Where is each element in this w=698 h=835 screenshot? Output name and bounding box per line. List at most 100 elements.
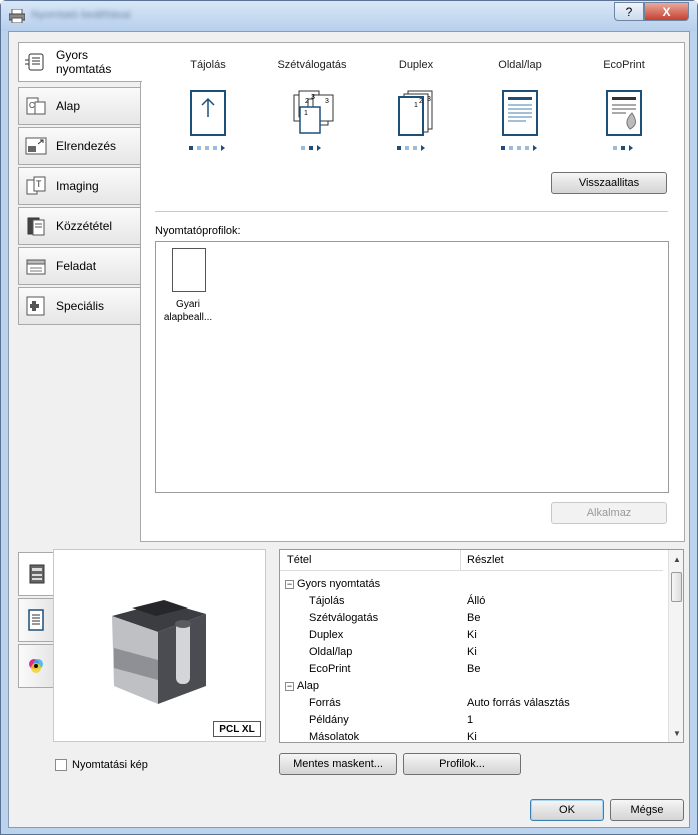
orientation-icon[interactable] bbox=[176, 89, 240, 139]
svg-text:1: 1 bbox=[414, 102, 418, 109]
table-row[interactable]: Másolatok Ki bbox=[280, 729, 663, 743]
row-item: Példány bbox=[309, 714, 349, 726]
table-row[interactable]: Forrás Auto forrás választás bbox=[280, 695, 663, 712]
tab-quick-print[interactable]: Gyors nyomtatás bbox=[18, 42, 142, 82]
quick-print-panel: Tájolás Szétválogatás Duplex Oldal/lap E… bbox=[140, 42, 685, 542]
tab-label: Feladat bbox=[56, 259, 97, 273]
table-row[interactable]: Oldal/lap Ki bbox=[280, 644, 663, 661]
save-as-button[interactable]: Mentes maskent... bbox=[279, 753, 397, 775]
tab-imaging[interactable]: T Imaging bbox=[18, 167, 140, 205]
table-row[interactable]: Tájolás Álló bbox=[280, 593, 663, 610]
row-item: Forrás bbox=[309, 697, 341, 709]
row-detail: Ki bbox=[467, 731, 477, 743]
cancel-button[interactable]: Mégse bbox=[610, 799, 684, 821]
profile-item[interactable]: Gyari alapbeall... bbox=[156, 242, 220, 332]
table-row[interactable]: Példány 1 bbox=[280, 712, 663, 729]
tab-advanced[interactable]: Speciális bbox=[18, 287, 140, 325]
settings-summary-grid: Tétel Részlet − Gyors nyomtatás Tájolás Á… bbox=[279, 549, 684, 743]
apply-button[interactable]: Alkalmaz bbox=[551, 502, 667, 524]
table-row[interactable]: Szétválogatás Be bbox=[280, 610, 663, 627]
row-item: Tájolás bbox=[309, 595, 345, 607]
vertical-scrollbar[interactable]: ▲ ▼ bbox=[668, 550, 683, 742]
group-label: Gyors nyomtatás bbox=[297, 578, 381, 590]
printer-icon bbox=[9, 9, 25, 23]
printer-image bbox=[112, 600, 206, 704]
title-bar: Nyomtató beállításai ? X bbox=[1, 1, 697, 31]
grid-header: Tétel Részlet bbox=[280, 550, 663, 571]
printer-settings-window: Nyomtató beállításai ? X Gyors nyomtatás… bbox=[0, 0, 698, 835]
table-row[interactable]: EcoPrint Be bbox=[280, 661, 663, 678]
collate-icon[interactable]: 23 31 bbox=[280, 89, 344, 139]
svg-text:2: 2 bbox=[305, 98, 309, 105]
dialog-body: Gyors nyomtatás C Alap Elrendezés T Imag… bbox=[8, 31, 690, 828]
row-item: Szétválogatás bbox=[309, 612, 379, 624]
row-detail: 1 bbox=[467, 714, 474, 726]
print-preview-checkbox[interactable]: Nyomtatási kép bbox=[55, 759, 148, 771]
feature-label-duplex: Duplex bbox=[398, 59, 434, 71]
row-detail: Auto forrás választás bbox=[467, 697, 570, 709]
advanced-icon bbox=[26, 296, 45, 316]
job-icon bbox=[26, 259, 46, 275]
table-row[interactable]: Duplex Ki bbox=[280, 627, 663, 644]
tab-basic[interactable]: C Alap bbox=[18, 87, 140, 125]
checkbox-box[interactable] bbox=[55, 759, 67, 771]
tab-label: Imaging bbox=[56, 179, 99, 193]
column-divider[interactable] bbox=[460, 550, 461, 571]
preview-tab-printer[interactable] bbox=[18, 552, 55, 596]
printer-preview: PCL XL bbox=[53, 549, 266, 742]
row-detail: Be bbox=[467, 663, 481, 675]
row-item: EcoPrint bbox=[309, 663, 351, 675]
tab-label: Elrendezés bbox=[56, 139, 117, 153]
duplex-indicator bbox=[397, 145, 425, 151]
tab-label: Speciális bbox=[56, 299, 105, 313]
duplex-icon[interactable]: 321 bbox=[384, 89, 448, 139]
collapse-icon[interactable]: − bbox=[285, 579, 294, 589]
svg-text:3: 3 bbox=[311, 94, 315, 101]
table-row[interactable]: − Gyors nyomtatás bbox=[280, 576, 663, 593]
feature-label-collate: Szétválogatás bbox=[277, 59, 347, 71]
svg-text:2: 2 bbox=[419, 98, 423, 105]
pages-per-sheet-icon[interactable] bbox=[488, 89, 552, 139]
tab-layout[interactable]: Elrendezés bbox=[18, 127, 140, 165]
separator bbox=[155, 211, 668, 212]
row-item: Oldal/lap bbox=[309, 646, 353, 658]
table-row[interactable]: − Alap bbox=[280, 678, 663, 695]
close-button[interactable]: X bbox=[644, 2, 689, 21]
profiles-button[interactable]: Profilok... bbox=[403, 753, 521, 775]
imaging-icon: T bbox=[26, 176, 46, 195]
svg-text:3: 3 bbox=[325, 98, 329, 105]
reset-button[interactable]: Visszaallitas bbox=[551, 172, 667, 194]
tab-job[interactable]: Feladat bbox=[18, 247, 140, 285]
preview-tab-color[interactable] bbox=[18, 644, 54, 688]
row-detail: Ki bbox=[467, 646, 477, 658]
quick-print-icon bbox=[25, 53, 44, 71]
page-icon bbox=[28, 609, 44, 631]
scroll-thumb[interactable] bbox=[671, 572, 682, 602]
pdl-badge: PCL XL bbox=[213, 721, 261, 737]
ok-button[interactable]: OK bbox=[530, 799, 604, 821]
profiles-list[interactable]: Gyari alapbeall... bbox=[155, 241, 669, 493]
basic-icon: C bbox=[26, 97, 46, 115]
row-detail: Álló bbox=[467, 595, 486, 607]
feature-label-ecoprint: EcoPrint bbox=[603, 59, 645, 71]
row-detail: Ki bbox=[467, 629, 477, 641]
tab-label: Közzététel bbox=[56, 219, 113, 233]
collapse-icon[interactable]: − bbox=[285, 681, 294, 691]
preview-tab-page[interactable] bbox=[18, 598, 54, 642]
ecoprint-icon[interactable] bbox=[592, 89, 656, 139]
scroll-up-icon[interactable]: ▲ bbox=[669, 551, 683, 567]
row-detail: Be bbox=[467, 612, 481, 624]
checkbox-label: Nyomtatási kép bbox=[72, 759, 148, 771]
help-button[interactable]: ? bbox=[614, 2, 644, 21]
color-icon bbox=[29, 659, 43, 673]
column-header-item[interactable]: Tétel bbox=[287, 554, 311, 566]
scroll-down-icon[interactable]: ▼ bbox=[669, 725, 683, 741]
profile-name: Gyari alapbeall... bbox=[163, 299, 213, 323]
profile-thumbnail bbox=[172, 248, 206, 292]
row-item: Másolatok bbox=[309, 731, 360, 743]
column-header-detail[interactable]: Részlet bbox=[467, 554, 504, 566]
svg-text:T: T bbox=[36, 179, 42, 189]
profiles-label: Nyomtatóprofilok: bbox=[155, 225, 241, 237]
feature-label-orientation: Tájolás bbox=[190, 59, 226, 71]
tab-publishing[interactable]: Közzététel bbox=[18, 207, 140, 245]
